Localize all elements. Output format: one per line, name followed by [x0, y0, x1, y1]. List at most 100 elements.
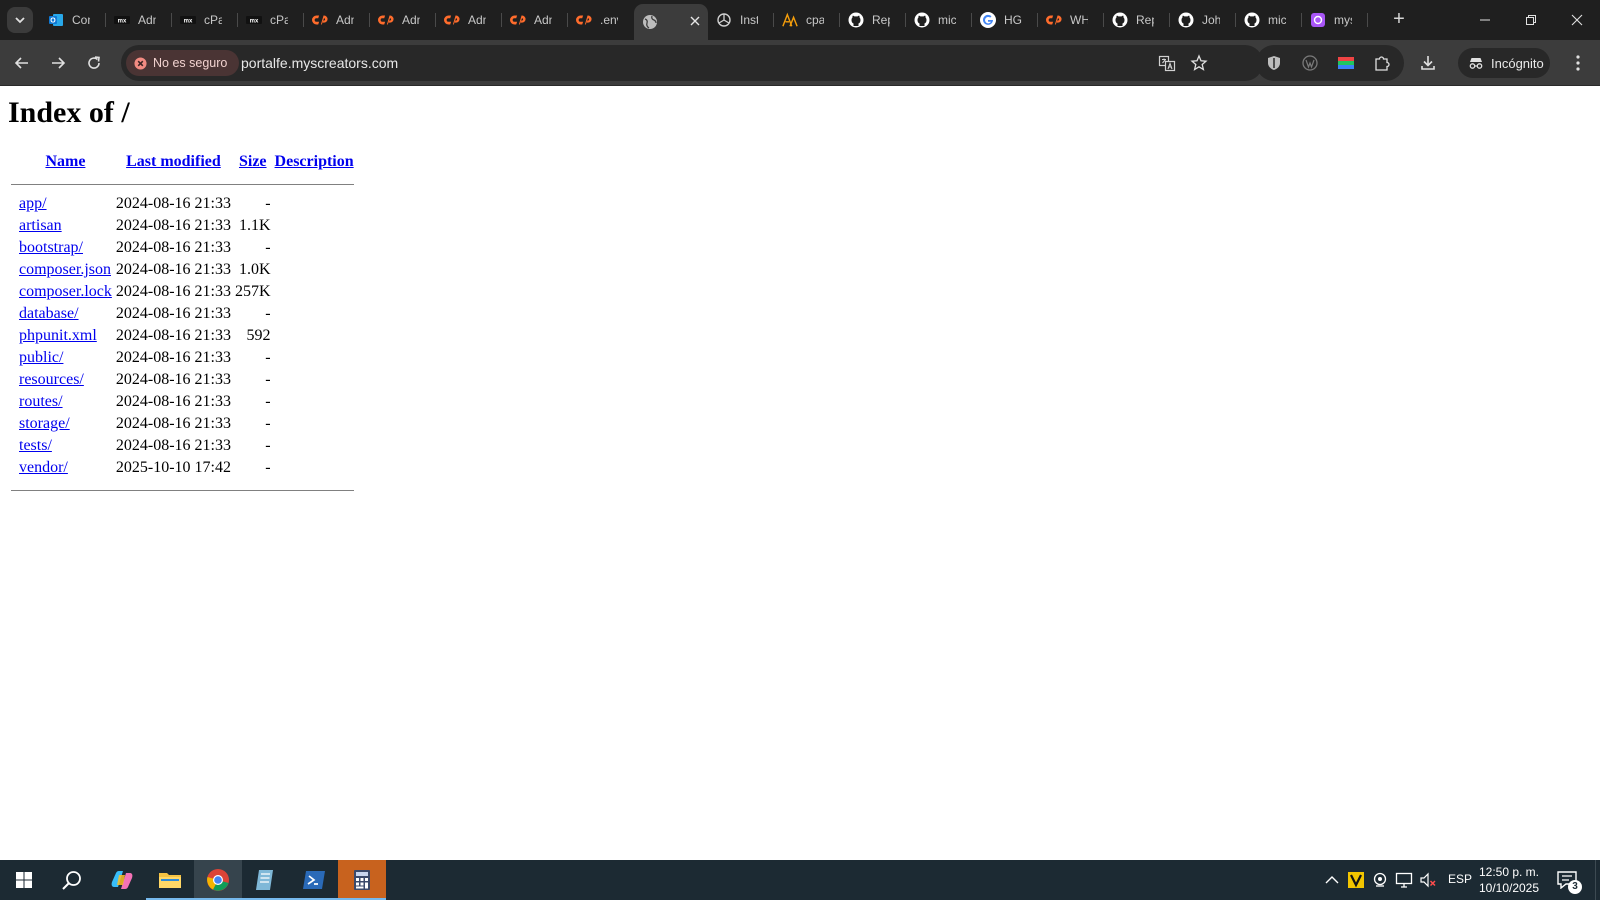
tab-title: mic — [938, 13, 956, 27]
tab-search-button[interactable] — [7, 7, 33, 33]
browser-tab[interactable]: mic — [1236, 4, 1302, 36]
file-link[interactable]: artisan — [19, 217, 62, 234]
close-window-button[interactable] — [1554, 0, 1600, 40]
column-header-name[interactable]: Name — [18, 152, 113, 172]
forward-button[interactable] — [44, 49, 72, 77]
browser-tab[interactable]: Adn — [370, 4, 436, 36]
tab-title: Joh — [1202, 13, 1220, 27]
file-link[interactable]: composer.lock — [19, 283, 112, 300]
file-link[interactable]: public/ — [19, 349, 63, 366]
browser-tab[interactable]: Rep — [1104, 4, 1170, 36]
input-language[interactable]: ESP — [1448, 872, 1472, 886]
browser-tab[interactable]: Adn — [304, 4, 370, 36]
browser-tab[interactable]: Rep — [840, 4, 906, 36]
notification-center-button[interactable]: 3 — [1554, 868, 1582, 894]
cpanel-icon — [378, 12, 394, 28]
tray-webcam-icon[interactable] — [1370, 870, 1390, 890]
arrow-right-icon — [52, 57, 66, 69]
sort-by-size-link[interactable]: Size — [239, 153, 267, 170]
tray-volume-icon[interactable] — [1418, 870, 1438, 890]
taskbar-clock[interactable]: 12:50 p. m. 10/10/2025 — [1472, 864, 1546, 896]
sort-by-modified-link[interactable]: Last modified — [126, 153, 221, 170]
file-link[interactable]: resources/ — [19, 371, 84, 388]
row-description-cell — [274, 348, 355, 368]
footer-divider — [10, 480, 355, 498]
column-header-size[interactable]: Size — [234, 152, 272, 172]
tray-app-icon[interactable] — [1346, 870, 1366, 890]
browser-tab[interactable]: mx cPa — [238, 4, 304, 36]
extension-wordpress[interactable] — [1300, 53, 1320, 73]
address-bar[interactable]: No es seguro portalfe.myscreators.com — [121, 45, 1263, 81]
browser-tab[interactable]: O Con — [40, 4, 106, 36]
file-link[interactable]: vendor/ — [19, 459, 68, 476]
browser-tab[interactable]: mx cPa — [172, 4, 238, 36]
taskbar-notepad[interactable] — [242, 860, 290, 900]
browser-tab[interactable]: mic — [906, 4, 972, 36]
file-link[interactable]: phpunit.xml — [19, 327, 97, 344]
download-button[interactable] — [1418, 53, 1438, 73]
security-chip[interactable]: No es seguro — [126, 50, 240, 76]
start-button[interactable] — [0, 860, 48, 900]
row-description-cell — [274, 436, 355, 456]
volume-muted-icon — [1420, 872, 1436, 888]
taskbar-file-explorer[interactable] — [146, 860, 194, 900]
browser-tab[interactable]: Adn — [436, 4, 502, 36]
browser-tab[interactable]: cpa — [774, 4, 840, 36]
browser-tab[interactable] — [634, 4, 708, 40]
sort-by-name-link[interactable]: Name — [45, 153, 85, 170]
show-hidden-icons-button[interactable] — [1322, 870, 1342, 890]
browser-tab[interactable]: mx Adn — [106, 4, 172, 36]
windows-taskbar: ESP 12:50 p. m. 10/10/2025 3 — [0, 860, 1600, 900]
taskbar-powershell[interactable] — [290, 860, 338, 900]
extension-shield[interactable] — [1264, 53, 1284, 73]
column-header-last-modified[interactable]: Last modified — [115, 152, 232, 172]
taskbar-chrome[interactable] — [194, 860, 242, 900]
bookmark-button[interactable] — [1189, 53, 1209, 73]
row-modified-cell: 2024-08-16 21:33 — [115, 371, 231, 388]
url-text[interactable]: portalfe.myscreators.com — [241, 55, 398, 71]
taskbar-calculator[interactable] — [338, 860, 386, 900]
arrow-left-icon — [14, 57, 28, 69]
file-link[interactable]: app/ — [19, 195, 47, 212]
tab-title: Adn — [468, 13, 486, 27]
file-link[interactable]: tests/ — [19, 437, 52, 454]
svg-text:mx: mx — [184, 19, 193, 25]
reload-button[interactable] — [80, 49, 108, 77]
extension-colorful[interactable] — [1336, 53, 1356, 73]
browser-tab[interactable]: Joh — [1170, 4, 1236, 36]
browser-menu-button[interactable] — [1568, 53, 1588, 73]
row-icon-cell — [10, 326, 16, 346]
file-link[interactable]: database/ — [19, 305, 79, 322]
sort-by-description-link[interactable]: Description — [275, 153, 354, 170]
browser-tab[interactable]: Adn — [502, 4, 568, 36]
file-link[interactable]: routes/ — [19, 393, 63, 410]
show-desktop-button[interactable] — [1595, 860, 1600, 900]
tray-network-icon[interactable] — [1394, 870, 1414, 890]
minimize-button[interactable] — [1462, 0, 1508, 40]
extensions-button[interactable] — [1372, 53, 1392, 73]
browser-tab[interactable]: mys — [1302, 4, 1368, 36]
row-modified-cell: 2024-08-16 21:33 — [115, 239, 231, 256]
restore-button[interactable] — [1508, 0, 1554, 40]
page-content: Index of / Name Last modified Size Descr… — [0, 86, 1600, 860]
row-icon-cell — [10, 282, 16, 302]
file-link[interactable]: composer.json — [19, 261, 111, 278]
incognito-badge[interactable]: Incógnito — [1458, 48, 1550, 78]
row-description-cell — [274, 304, 355, 324]
close-tab-button[interactable] — [690, 13, 700, 29]
taskbar-search-button[interactable] — [48, 860, 96, 900]
mx-logo-icon: mx — [246, 12, 262, 28]
taskbar-copilot[interactable] — [98, 860, 146, 900]
file-link[interactable]: bootstrap/ — [19, 239, 83, 256]
browser-tab[interactable]: .env — [568, 4, 634, 36]
new-tab-button[interactable]: + — [1387, 8, 1411, 32]
translate-button[interactable] — [1157, 53, 1177, 73]
file-link[interactable]: storage/ — [19, 415, 70, 432]
browser-tab[interactable]: Inst — [708, 4, 774, 36]
browser-tab[interactable]: HGI — [972, 4, 1038, 36]
browser-tab[interactable]: WH — [1038, 4, 1104, 36]
download-icon — [1421, 56, 1435, 70]
column-header-description[interactable]: Description — [274, 152, 355, 172]
row-description-cell — [274, 392, 355, 412]
back-button[interactable] — [8, 49, 36, 77]
